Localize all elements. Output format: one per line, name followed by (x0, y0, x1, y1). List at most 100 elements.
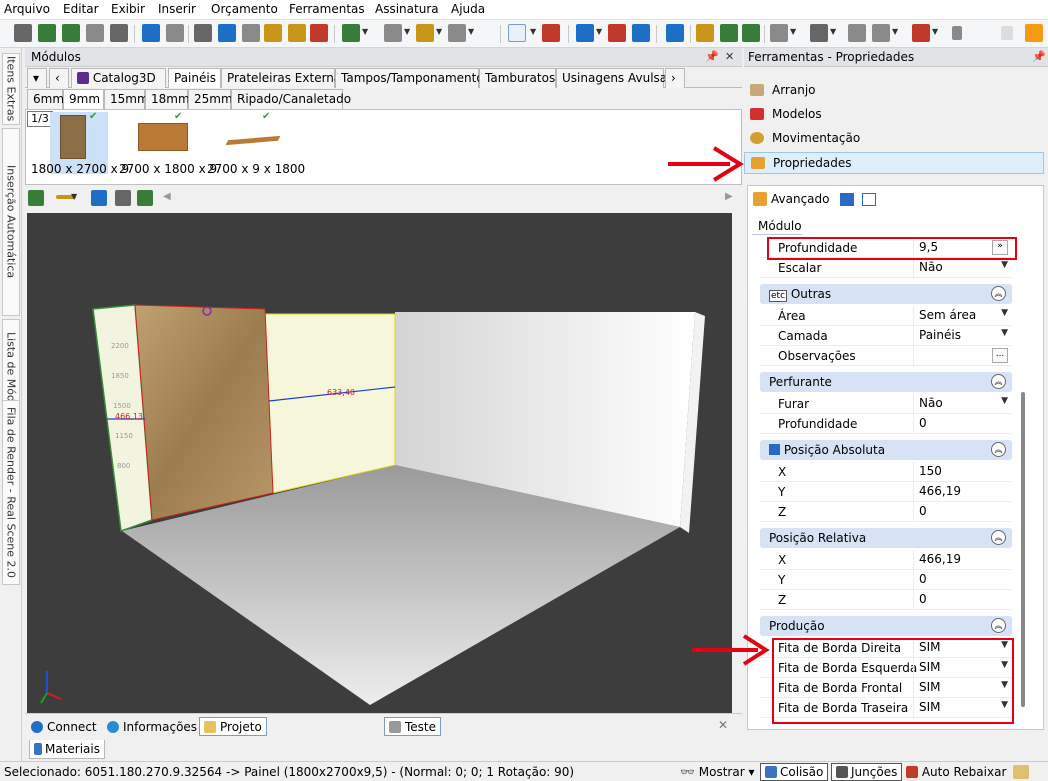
section-producao[interactable]: Produção ︽ (760, 616, 1012, 636)
ferramentas-movimentacao[interactable]: Movimentação (744, 128, 1044, 150)
thumb-panel-horizontal[interactable] (138, 123, 188, 151)
save-icon[interactable] (14, 24, 32, 42)
chevron-down-icon[interactable]: ▼ (468, 27, 474, 36)
close-icon[interactable]: ✕ (725, 50, 734, 63)
close-icon[interactable]: ✕ (718, 718, 728, 732)
redo-icon[interactable] (166, 24, 184, 42)
scroll-left-icon[interactable]: ◀ (163, 191, 171, 202)
chevron-down-icon[interactable]: ▼ (892, 27, 898, 36)
restore-icon[interactable] (1001, 26, 1013, 40)
export-icon[interactable] (38, 24, 56, 42)
tab-9mm[interactable]: 9mm (63, 89, 104, 110)
ferramentas-propriedades[interactable]: Propriedades (744, 152, 1044, 174)
chevron-down-icon[interactable]: ▼ (830, 27, 836, 36)
area-select[interactable]: Sem área (913, 306, 1012, 325)
ferramentas-modelos[interactable]: Modelos (744, 104, 1044, 126)
colisao-toggle[interactable]: Colisão (760, 763, 829, 781)
account-icon[interactable] (1025, 24, 1043, 42)
user-icon[interactable] (912, 24, 930, 42)
furar-select[interactable]: Não (913, 394, 1012, 413)
avancado-button[interactable]: Avançado (771, 192, 829, 206)
paste-icon[interactable] (242, 24, 260, 42)
collapse-icon[interactable]: ︽ (991, 618, 1006, 633)
section-outras[interactable]: etc Outras ︽ (760, 284, 1012, 304)
section-posicao-absoluta[interactable]: Posição Absoluta ︽ (760, 440, 1012, 460)
arrow-right-icon[interactable] (742, 24, 760, 42)
binoculars-icon[interactable] (115, 190, 131, 206)
brush-icon[interactable] (1013, 765, 1029, 779)
tab-insercao-automatica[interactable]: Inserção Automática (2, 128, 20, 316)
tab-prateleiras-externas[interactable]: Prateleiras Externas (221, 68, 348, 88)
chevron-down-icon[interactable]: ▼ (404, 27, 410, 36)
pin-icon[interactable]: 📌 (705, 50, 719, 63)
modulo-tab[interactable]: Módulo (752, 219, 802, 235)
chevron-down-icon[interactable]: ▼ (436, 27, 442, 36)
copy-icon[interactable] (218, 24, 236, 42)
tab-ripado-canaletado[interactable]: Ripado/Canaletado (231, 89, 351, 109)
menu-overflow-icon[interactable] (952, 26, 962, 40)
rel-x-input[interactable]: 466,19 (913, 550, 1012, 569)
tab-6mm[interactable]: 6mm (27, 89, 64, 109)
properties-scrollbar[interactable] (1021, 392, 1025, 707)
abs-x-input[interactable]: 150 (913, 462, 1012, 481)
chevron-down-icon[interactable]: ▼ (71, 192, 77, 201)
tab-25mm[interactable]: 25mm (188, 89, 233, 109)
menu-editar[interactable]: Editar (63, 2, 99, 16)
thumb-panel-flat[interactable] (225, 135, 281, 146)
hammer-icon[interactable] (264, 24, 282, 42)
menu-arquivo[interactable]: Arquivo (4, 2, 50, 16)
chevron-down-icon[interactable]: ▼ (1001, 260, 1008, 270)
shape-icon[interactable] (448, 24, 466, 42)
collapse-icon[interactable]: ︽ (991, 530, 1006, 545)
wood-panel[interactable] (134, 304, 274, 521)
tabs-scroll-left[interactable]: ‹ (49, 68, 69, 88)
dimension-icon[interactable] (608, 24, 626, 42)
mostrar-dropdown[interactable]: 👓 Mostrar ▾ (680, 765, 755, 779)
rel-y-input[interactable]: 0 (913, 570, 1012, 589)
tab-materiais[interactable]: Materiais (29, 740, 105, 759)
chevron-down-icon[interactable]: ▼ (1001, 396, 1008, 406)
arrange-icon[interactable] (416, 24, 434, 42)
auto-rebaixar-toggle[interactable]: Auto Rebaixar (906, 765, 1006, 779)
collapse-icon[interactable]: ︽ (991, 286, 1006, 301)
tab-teste[interactable]: Teste (384, 717, 442, 736)
measure-icon[interactable] (542, 24, 560, 42)
undo-icon[interactable] (142, 24, 160, 42)
chevron-down-icon[interactable]: ▼ (1001, 328, 1008, 338)
menu-assinatura[interactable]: Assinatura (375, 2, 439, 16)
chevron-down-icon[interactable]: ▼ (362, 27, 368, 36)
thumb-panel-vertical[interactable] (60, 115, 86, 159)
menu-inserir[interactable]: Inserir (158, 2, 196, 16)
abs-z-input[interactable]: 0 (913, 502, 1012, 521)
tab-15mm[interactable]: 15mm (104, 89, 149, 109)
scroll-right-icon[interactable]: ▶ (725, 191, 733, 202)
tools-icon[interactable] (696, 24, 714, 42)
menu-orcamento[interactable]: Orçamento (211, 2, 278, 16)
settings-icon[interactable] (848, 24, 866, 42)
camera-icon[interactable] (872, 24, 890, 42)
3d-viewport[interactable]: 466,13 633,40 2200 1850 1500 1150 800 (27, 213, 732, 713)
print-icon[interactable] (110, 24, 128, 42)
tab-projeto[interactable]: Projeto (199, 717, 267, 736)
cube-icon[interactable] (810, 24, 828, 42)
tab-connect[interactable]: Connect (27, 717, 101, 736)
collapse-icon[interactable]: ︽ (991, 374, 1006, 389)
collapse-icon[interactable]: ︽ (991, 442, 1006, 457)
pin-icon[interactable]: 📌 (1032, 50, 1046, 63)
tabs-scroll-down[interactable]: ▾ (27, 68, 47, 88)
grid-view-icon[interactable] (862, 193, 876, 206)
tab-usinagens-avulsas[interactable]: Usinagens Avulsas (556, 68, 673, 88)
ellipsis-button[interactable]: ... (992, 348, 1008, 363)
chevron-down-icon[interactable]: ▼ (1001, 308, 1008, 318)
juncoes-toggle[interactable]: Junções (831, 763, 903, 781)
section-posicao-relativa[interactable]: Posição Relativa ︽ (760, 528, 1012, 548)
import-icon[interactable] (91, 190, 107, 206)
tab-itens-extras[interactable]: Itens Extras (2, 53, 20, 125)
ferramentas-arranjo[interactable]: Arranjo (744, 80, 1044, 102)
paint-icon[interactable] (288, 24, 306, 42)
abs-y-input[interactable]: 466,19 (913, 482, 1012, 501)
preview-icon[interactable] (86, 24, 104, 42)
menu-ajuda[interactable]: Ajuda (451, 2, 485, 16)
chevron-down-icon[interactable]: ▼ (596, 27, 602, 36)
camada-select[interactable]: Painéis (913, 326, 1012, 345)
